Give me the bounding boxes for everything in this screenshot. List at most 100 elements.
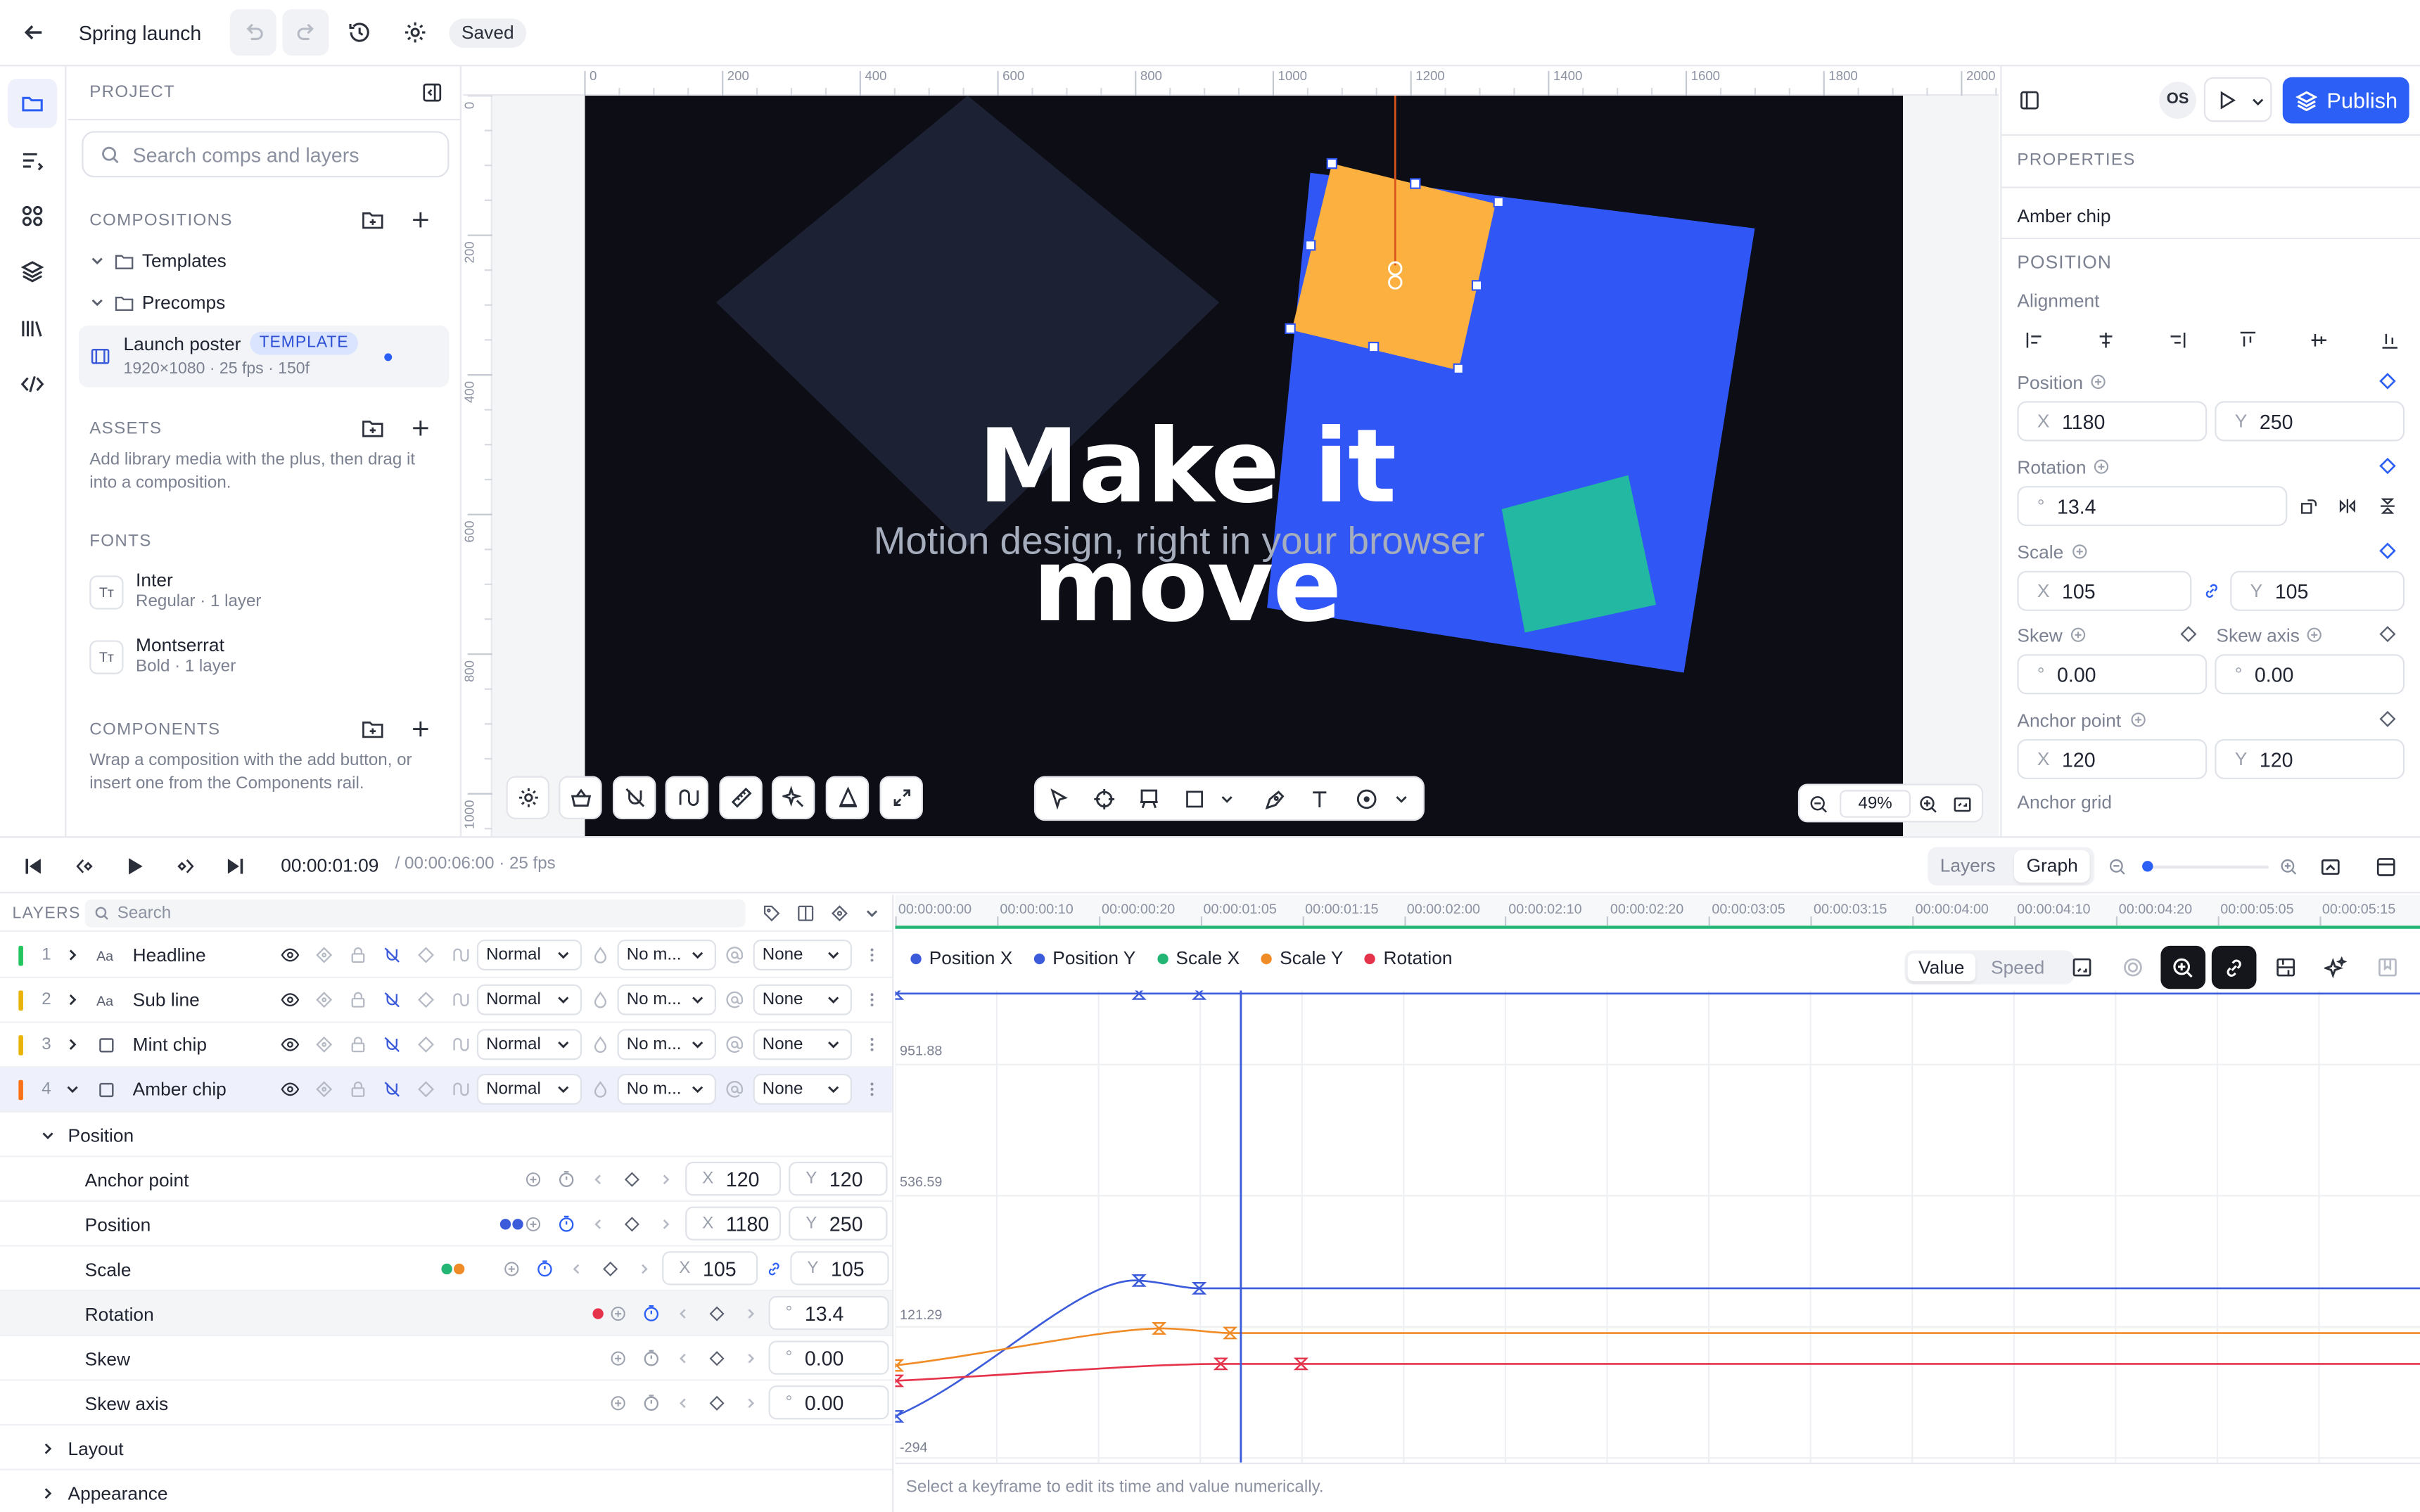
font-item-inter[interactable]: Tт Inter Regular · 1 layer: [89, 570, 445, 616]
skip-to-start-icon[interactable]: [23, 857, 44, 877]
visibility-eye-icon[interactable]: [281, 1080, 300, 1098]
align-left-icon[interactable]: [2025, 330, 2045, 350]
search-comps-input[interactable]: Search comps and layers: [82, 131, 450, 178]
composition-item-launch-poster[interactable]: Launch poster TEMPLATE 1920×1080 · 25 fp…: [78, 325, 450, 387]
rectangle-tool[interactable]: [1173, 778, 1216, 819]
keyframe-diamond-icon[interactable]: [2378, 372, 2397, 390]
font-item-montserrat[interactable]: Tт Montserrat Bold · 1 layer: [89, 634, 445, 681]
graph-channel-dot[interactable]: [499, 1219, 511, 1230]
property-row[interactable]: Position X 1180 Y 250: [0, 1202, 893, 1247]
property-row[interactable]: Rotation ° 13.4: [0, 1291, 893, 1336]
position-x-field[interactable]: X 1180: [2017, 401, 2208, 442]
graph-canvas[interactable]: 951.88 536.59 121.29 -294: [895, 990, 2420, 1463]
add-composition-icon[interactable]: [411, 210, 431, 230]
anchor-tool[interactable]: [1082, 778, 1125, 819]
flip-horizontal-icon[interactable]: [2338, 496, 2357, 515]
prev-keyframe-icon[interactable]: [676, 1352, 690, 1366]
keyframe-diamond-icon[interactable]: [623, 1171, 640, 1188]
next-keyframe-icon[interactable]: [659, 1172, 673, 1186]
layer-name[interactable]: Mint chip: [133, 1034, 207, 1056]
property-x-field[interactable]: X 105: [662, 1251, 758, 1286]
add-expression-icon[interactable]: [610, 1305, 627, 1322]
columns-icon[interactable]: [796, 904, 815, 923]
more-options-icon[interactable]: [862, 946, 881, 964]
keyframe-diamond-icon[interactable]: [708, 1305, 725, 1322]
zoom-fit-button[interactable]: [2160, 945, 2206, 989]
visibility-eye-icon[interactable]: [281, 946, 300, 964]
parent-select[interactable]: None: [753, 940, 853, 970]
onion-skin-toggle[interactable]: [825, 776, 870, 819]
layer-search-input[interactable]: Search: [84, 899, 746, 928]
folder-templates[interactable]: Templates: [89, 248, 227, 273]
link-handles-button[interactable]: [2211, 945, 2257, 989]
property-y-field[interactable]: Y 250: [789, 1206, 888, 1241]
add-expression-icon[interactable]: [2093, 459, 2110, 475]
parent-select[interactable]: None: [753, 1029, 853, 1061]
mode-value[interactable]: Value: [1907, 953, 1975, 982]
add-expression-icon[interactable]: [2090, 373, 2107, 390]
property-group-position[interactable]: Position: [0, 1113, 893, 1158]
graph-channel-dot[interactable]: [512, 1219, 523, 1230]
new-folder-icon[interactable]: [361, 416, 384, 440]
keyframe-diamond-icon[interactable]: [2179, 625, 2198, 643]
current-time[interactable]: 00:00:01:09: [281, 854, 378, 876]
zoom-field[interactable]: 49%: [1840, 790, 1911, 818]
keyframe-diamond-icon[interactable]: [2378, 710, 2397, 728]
graph-channel-dot[interactable]: [441, 1263, 452, 1275]
artboard[interactable]: Make it move Motion design, right in you…: [585, 96, 1904, 837]
parent-pickwhip-icon[interactable]: [725, 1035, 744, 1053]
property-x-field[interactable]: X 1180: [685, 1206, 782, 1241]
rail-project-button[interactable]: [7, 78, 58, 129]
prev-keyframe-icon[interactable]: [676, 1307, 690, 1321]
keyframe-diamond-icon[interactable]: [2378, 625, 2397, 643]
add-expression-icon[interactable]: [2130, 711, 2147, 728]
layer-color-label[interactable]: [18, 1079, 23, 1101]
layer-row[interactable]: 1 Aa Headline Normal No m... None: [0, 933, 893, 978]
stopwatch-icon[interactable]: [557, 1215, 575, 1233]
prev-keyframe-icon[interactable]: [591, 1172, 605, 1186]
skip-to-end-icon[interactable]: [225, 857, 246, 877]
legend-item[interactable]: Scale X: [1157, 947, 1240, 969]
slider-thumb[interactable]: [2142, 861, 2153, 872]
auto-focus-button[interactable]: [2110, 946, 2155, 989]
fit-screen-icon[interactable]: [1952, 795, 1973, 815]
blend-mode-select[interactable]: Normal: [476, 984, 582, 1016]
effects-icon[interactable]: [451, 946, 469, 964]
pen-tool[interactable]: [1253, 778, 1296, 819]
history-icon[interactable]: [348, 20, 372, 45]
add-component-icon[interactable]: [411, 719, 431, 739]
property-value-field[interactable]: ° 13.4: [768, 1295, 889, 1331]
add-expression-icon[interactable]: [525, 1171, 542, 1188]
next-keyframe-icon[interactable]: [659, 1217, 673, 1231]
lock-icon[interactable]: [349, 946, 367, 964]
layer-color-label[interactable]: [18, 1035, 23, 1056]
layer-color-label[interactable]: [18, 945, 23, 966]
solo-icon[interactable]: [315, 1035, 333, 1053]
property-x-field[interactable]: X 120: [685, 1161, 782, 1196]
frame-tool[interactable]: [1127, 778, 1170, 819]
align-center-h-icon[interactable]: [2096, 330, 2116, 350]
visibility-eye-icon[interactable]: [281, 990, 300, 1008]
parent-select[interactable]: None: [753, 1073, 853, 1105]
select-tool[interactable]: [1037, 778, 1080, 819]
snap-button[interactable]: [2262, 946, 2307, 989]
shy-icon[interactable]: [416, 1080, 435, 1098]
shy-icon[interactable]: [416, 946, 435, 964]
opacity-drop-icon[interactable]: [591, 990, 609, 1008]
timeline-zoom-slider[interactable]: [2142, 861, 2269, 872]
stopwatch-icon[interactable]: [535, 1259, 554, 1277]
keyframe-diamond-icon[interactable]: [623, 1216, 640, 1233]
next-keyframe-icon[interactable]: [744, 1396, 758, 1410]
blend-mode-select[interactable]: Normal: [476, 1029, 582, 1061]
align-middle-v-icon[interactable]: [2309, 330, 2329, 350]
parent-pickwhip-icon[interactable]: [725, 1080, 744, 1098]
shy-icon[interactable]: [416, 990, 435, 1008]
frame-all-button[interactable]: [2059, 946, 2104, 989]
zoom-in-icon[interactable]: [1918, 795, 1939, 815]
blend-mode-select[interactable]: Normal: [476, 1073, 582, 1105]
keyframe-filter-icon[interactable]: [830, 904, 848, 923]
anchor-x-field[interactable]: X 120: [2017, 738, 2208, 779]
rotation-field[interactable]: ° 13.4: [2017, 486, 2288, 527]
safe-area-button[interactable]: [559, 776, 602, 819]
prev-keyframe-icon[interactable]: [676, 1396, 690, 1410]
